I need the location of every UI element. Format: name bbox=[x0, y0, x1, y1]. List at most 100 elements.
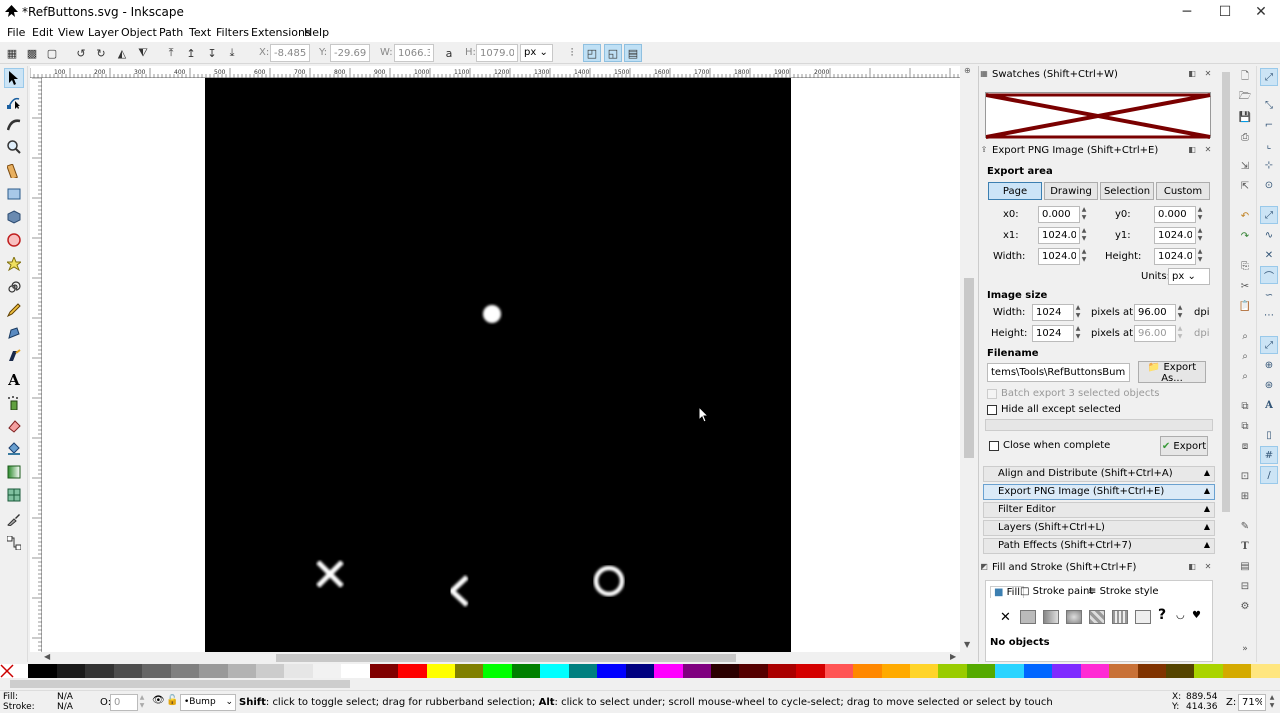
export-header[interactable]: Export PNG Image (Shift+Ctrl+E) ⇪ ◧ ✕ bbox=[979, 143, 1219, 159]
align-distribute-panel-tab[interactable]: Align and Distribute (Shift+Ctrl+A) ▲ bbox=[983, 466, 1215, 482]
swatch-icon[interactable] bbox=[1135, 610, 1151, 624]
palette-swatch[interactable] bbox=[56, 664, 86, 678]
palette-swatch[interactable] bbox=[455, 664, 484, 678]
swatch-preview[interactable] bbox=[985, 92, 1211, 139]
x-input[interactable] bbox=[270, 44, 310, 62]
palette-swatch[interactable] bbox=[938, 664, 967, 678]
dpi-input[interactable] bbox=[1134, 304, 1176, 321]
snap-bbox-corner-icon[interactable]: ⌞ bbox=[1260, 136, 1278, 154]
flat-color-icon[interactable] bbox=[1020, 610, 1036, 624]
group-icon[interactable]: ⊡ bbox=[1237, 468, 1253, 484]
current-layer-select[interactable]: •Bump ⌄ bbox=[180, 694, 236, 711]
export-doc-icon[interactable]: ⇱ bbox=[1237, 178, 1253, 194]
palette-swatch[interactable] bbox=[142, 664, 171, 678]
palette-swatch[interactable] bbox=[369, 664, 399, 678]
stroke-paint-tab[interactable]: □ Stroke paint bbox=[1020, 586, 1093, 597]
snap-smooth-icon[interactable]: ∽ bbox=[1260, 286, 1278, 304]
menu-help[interactable]: Help bbox=[304, 26, 329, 39]
palette-swatch[interactable] bbox=[483, 664, 512, 678]
close-button[interactable]: ✕ bbox=[1238, 0, 1280, 24]
swatches-header[interactable]: Swatches (Shift+Ctrl+W) ▦ ◧ ✕ bbox=[979, 67, 1219, 83]
move-gradients-icon[interactable]: ◱ bbox=[604, 44, 622, 62]
save-icon[interactable]: 💾 bbox=[1237, 109, 1253, 125]
menu-text[interactable]: Text bbox=[189, 26, 211, 39]
snap-page-border-icon[interactable]: ▯ bbox=[1260, 426, 1278, 444]
filename-input[interactable] bbox=[987, 363, 1130, 382]
clone-icon[interactable]: ⧉ bbox=[1237, 418, 1253, 434]
unit-select[interactable]: px ⌄ bbox=[520, 44, 553, 62]
snap-cusp-icon[interactable]: ⌒ bbox=[1260, 266, 1278, 284]
y1-spin[interactable]: ▲ ▼ bbox=[1196, 227, 1204, 244]
palette-swatch[interactable] bbox=[739, 664, 768, 678]
selector-tool-icon[interactable] bbox=[4, 68, 24, 88]
snap-bbox-center-icon[interactable]: ⊙ bbox=[1260, 176, 1278, 194]
zoom-input[interactable] bbox=[1238, 694, 1266, 711]
lower-icon[interactable]: ↧ bbox=[203, 44, 221, 62]
rotate-ccw-icon[interactable]: ↺ bbox=[72, 44, 90, 62]
palette-swatch[interactable] bbox=[199, 664, 228, 678]
layers-icon[interactable]: ▤ bbox=[1237, 558, 1253, 574]
tweak-tool-icon[interactable] bbox=[4, 114, 24, 134]
area-width-spin[interactable]: ▲ ▼ bbox=[1080, 248, 1088, 265]
export-button[interactable]: ✔ Export bbox=[1160, 436, 1208, 456]
connector-tool-icon[interactable] bbox=[4, 533, 24, 553]
palette-swatch[interactable] bbox=[910, 664, 939, 678]
scale-corners-icon[interactable]: ◰ bbox=[583, 44, 601, 62]
menu-layer[interactable]: Layer bbox=[88, 26, 119, 39]
canvas-horizontal-scrollbar[interactable]: ◀ ▶ bbox=[42, 652, 960, 664]
y0-input[interactable] bbox=[1154, 206, 1196, 223]
zoom-drawing-icon[interactable]: ⌕ bbox=[1237, 348, 1253, 364]
dpi-spin[interactable]: ▲ ▼ bbox=[1176, 304, 1184, 321]
linear-gradient-icon[interactable] bbox=[1043, 610, 1059, 624]
palette-swatch[interactable] bbox=[881, 664, 910, 678]
palette-swatch[interactable] bbox=[255, 664, 285, 678]
layer-visibility-icon[interactable]: 👁 bbox=[152, 695, 165, 706]
canvas[interactable] bbox=[42, 78, 960, 652]
menu-file[interactable]: File bbox=[7, 26, 25, 39]
snap-others-icon[interactable]: ⤢ bbox=[1260, 336, 1278, 354]
lower-to-bottom-icon[interactable]: ⤓ bbox=[223, 44, 241, 62]
lock-ratio-icon[interactable]: a bbox=[440, 44, 458, 62]
export-png-panel-tab[interactable]: Export PNG Image (Shift+Ctrl+E) ▲ bbox=[983, 484, 1215, 500]
palette-swatch[interactable] bbox=[85, 664, 114, 678]
x0-spin[interactable]: ▲ ▼ bbox=[1080, 206, 1088, 223]
unset-paint-icon[interactable]: ? bbox=[1158, 607, 1166, 623]
hscroll-thumb[interactable] bbox=[276, 654, 736, 662]
scroll-down-icon[interactable]: ▼ bbox=[964, 640, 970, 649]
palette-swatch[interactable] bbox=[1194, 664, 1223, 678]
layers-panel-tab[interactable]: Layers (Shift+Ctrl+L) ▲ bbox=[983, 520, 1215, 536]
img-height-spin[interactable]: ▲ ▼ bbox=[1074, 325, 1082, 342]
swatches-close-icon[interactable]: ✕ bbox=[1203, 69, 1213, 79]
zoom-selection-icon[interactable]: ⌕ bbox=[1237, 328, 1253, 344]
palette-swatch[interactable] bbox=[966, 664, 996, 678]
img-width-spin[interactable]: ▲ ▼ bbox=[1074, 304, 1082, 321]
y0-spin[interactable]: ▲ ▼ bbox=[1196, 206, 1204, 223]
palette-swatch[interactable] bbox=[426, 664, 455, 678]
x1-spin[interactable]: ▲ ▼ bbox=[1080, 227, 1088, 244]
mesh-gradient-icon[interactable] bbox=[1089, 610, 1105, 624]
flip-vertical-icon[interactable]: ⧨ bbox=[134, 44, 152, 62]
raise-icon[interactable]: ↥ bbox=[182, 44, 200, 62]
mesh-tool-icon[interactable] bbox=[4, 485, 24, 505]
img-width-input[interactable] bbox=[1032, 304, 1074, 321]
palette-swatch[interactable] bbox=[1080, 664, 1110, 678]
paint-bucket-tool-icon[interactable] bbox=[4, 439, 24, 459]
paste-icon[interactable]: 📋 bbox=[1237, 298, 1253, 314]
palette-swatch[interactable] bbox=[227, 664, 256, 678]
y-input[interactable] bbox=[330, 44, 370, 62]
fill-rule-evenodd-icon[interactable]: ◡ bbox=[1176, 610, 1185, 621]
scale-stroke-icon[interactable]: ⫶ bbox=[563, 44, 581, 62]
text-tool-icon[interactable]: A bbox=[4, 370, 24, 390]
fill-stroke-header[interactable]: Fill and Stroke (Shift+Ctrl+F) ◩ ◧ ✕ bbox=[979, 560, 1219, 576]
select-all-icon[interactable]: ▦ bbox=[3, 44, 21, 62]
y1-input[interactable] bbox=[1154, 227, 1196, 244]
fill-tab[interactable]: ■ Fill bbox=[990, 586, 1024, 598]
export-iconify-icon[interactable]: ◧ bbox=[1187, 145, 1197, 155]
align-icon[interactable]: ⊟ bbox=[1237, 578, 1253, 594]
close-when-checkbox[interactable] bbox=[989, 441, 999, 451]
palette-swatch[interactable] bbox=[511, 664, 541, 678]
dock-scrollbar[interactable] bbox=[1221, 68, 1231, 662]
radial-gradient-icon[interactable] bbox=[1066, 610, 1082, 624]
pen-tool-icon[interactable] bbox=[4, 323, 24, 343]
fill-stroke-close-icon[interactable]: ✕ bbox=[1203, 562, 1213, 572]
